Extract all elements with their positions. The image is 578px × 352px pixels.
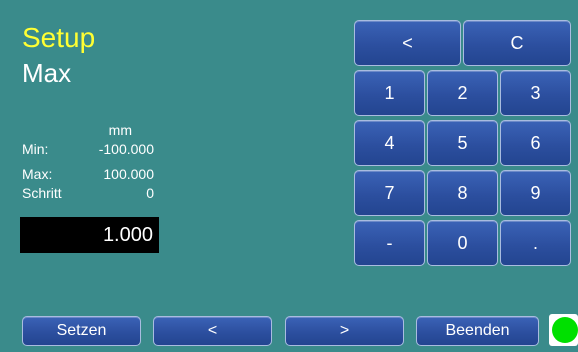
key-7[interactable]: 7 bbox=[354, 170, 425, 216]
minus-key[interactable]: - bbox=[354, 220, 425, 266]
step-value: 0 bbox=[146, 185, 154, 201]
page-title: Setup bbox=[22, 22, 96, 53]
step-label: Schritt bbox=[22, 185, 62, 201]
exit-button[interactable]: Beenden bbox=[416, 316, 539, 346]
key-8[interactable]: 8 bbox=[427, 170, 498, 216]
key-9[interactable]: 9 bbox=[500, 170, 571, 216]
key-1[interactable]: 1 bbox=[354, 70, 425, 116]
key-4[interactable]: 4 bbox=[354, 120, 425, 166]
decimal-key[interactable]: . bbox=[500, 220, 571, 266]
max-row: Max: 100.000 bbox=[22, 166, 154, 182]
key-3[interactable]: 3 bbox=[500, 70, 571, 116]
key-2[interactable]: 2 bbox=[427, 70, 498, 116]
status-indicator bbox=[549, 314, 578, 346]
unit-label: mm bbox=[108, 122, 132, 138]
backspace-key[interactable]: < bbox=[354, 20, 461, 66]
value-input[interactable]: 1.000 bbox=[20, 217, 159, 253]
previous-button[interactable]: < bbox=[153, 316, 272, 346]
unit-row: mm bbox=[22, 122, 154, 138]
key-6[interactable]: 6 bbox=[500, 120, 571, 166]
min-label: Min: bbox=[22, 141, 49, 157]
min-value: -100.000 bbox=[98, 141, 154, 157]
setup-screen: Setup Max mm Min: -100.000 Max: 100.000 … bbox=[0, 0, 578, 352]
parameter-name: Max bbox=[22, 58, 72, 88]
next-button[interactable]: > bbox=[285, 316, 404, 346]
status-led-icon bbox=[552, 317, 578, 343]
max-label: Max: bbox=[22, 166, 53, 182]
min-row: Min: -100.000 bbox=[22, 141, 154, 157]
key-5[interactable]: 5 bbox=[427, 120, 498, 166]
max-value: 100.000 bbox=[103, 166, 154, 182]
step-row: Schritt 0 bbox=[22, 185, 154, 201]
set-button[interactable]: Setzen bbox=[22, 316, 141, 346]
key-0[interactable]: 0 bbox=[427, 220, 498, 266]
clear-key[interactable]: C bbox=[463, 20, 571, 66]
